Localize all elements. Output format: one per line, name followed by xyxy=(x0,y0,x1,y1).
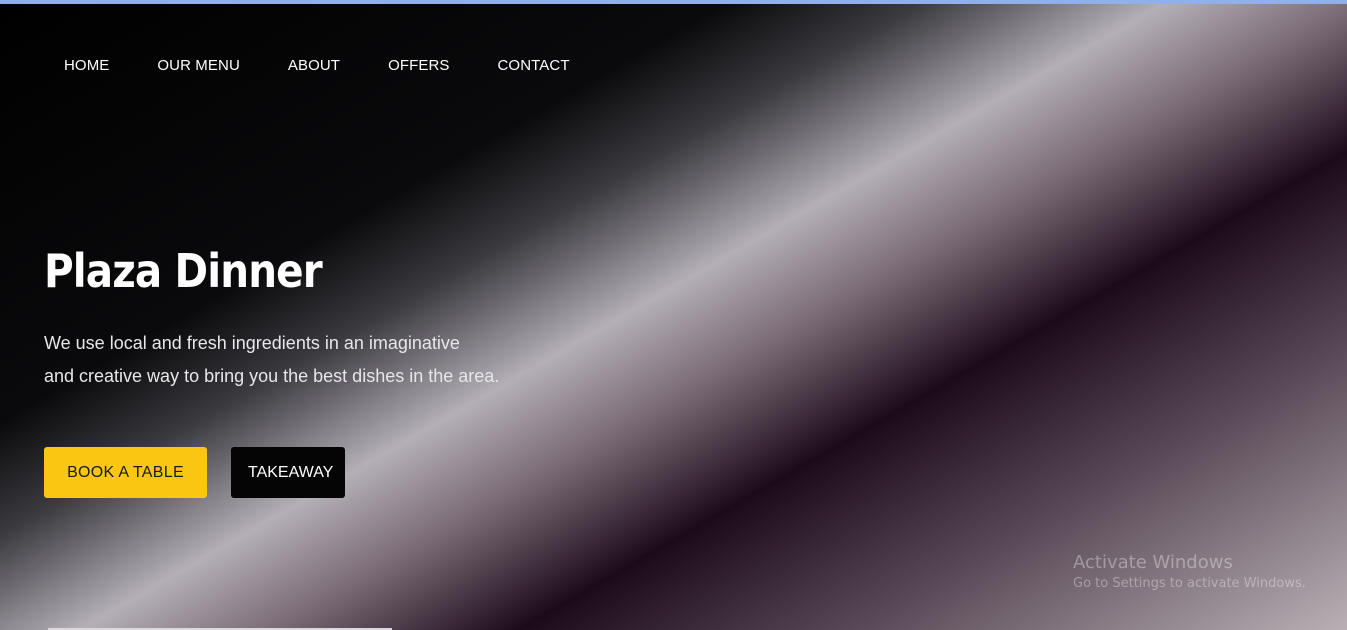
watermark-subtitle: Go to Settings to activate Windows. xyxy=(1073,576,1306,591)
book-table-button[interactable]: BOOK A TABLE xyxy=(44,447,207,498)
nav-home[interactable]: HOME xyxy=(64,57,109,74)
main-nav: HOME OUR MENU ABOUT OFFERS CONTACT xyxy=(64,57,618,74)
nav-offers[interactable]: OFFERS xyxy=(388,57,449,74)
hero-page: HOME OUR MENU ABOUT OFFERS CONTACT Plaza… xyxy=(0,0,1347,630)
watermark-title: Activate Windows xyxy=(1073,552,1233,573)
hero-description-line-1: We use local and fresh ingredients in an… xyxy=(44,333,460,353)
hero-description: We use local and fresh ingredients in an… xyxy=(44,327,564,393)
hero-title: Plaza Dinner xyxy=(44,244,323,298)
nav-about[interactable]: ABOUT xyxy=(288,57,340,74)
activate-windows-watermark: Activate Windows Go to Settings to activ… xyxy=(1073,552,1306,591)
nav-contact[interactable]: CONTACT xyxy=(498,57,570,74)
hero-description-line-2: and creative way to bring you the best d… xyxy=(44,366,500,386)
takeaway-button[interactable]: TAKEAWAY xyxy=(231,447,345,498)
browser-top-strip xyxy=(0,0,1347,4)
nav-our-menu[interactable]: OUR MENU xyxy=(157,57,239,74)
